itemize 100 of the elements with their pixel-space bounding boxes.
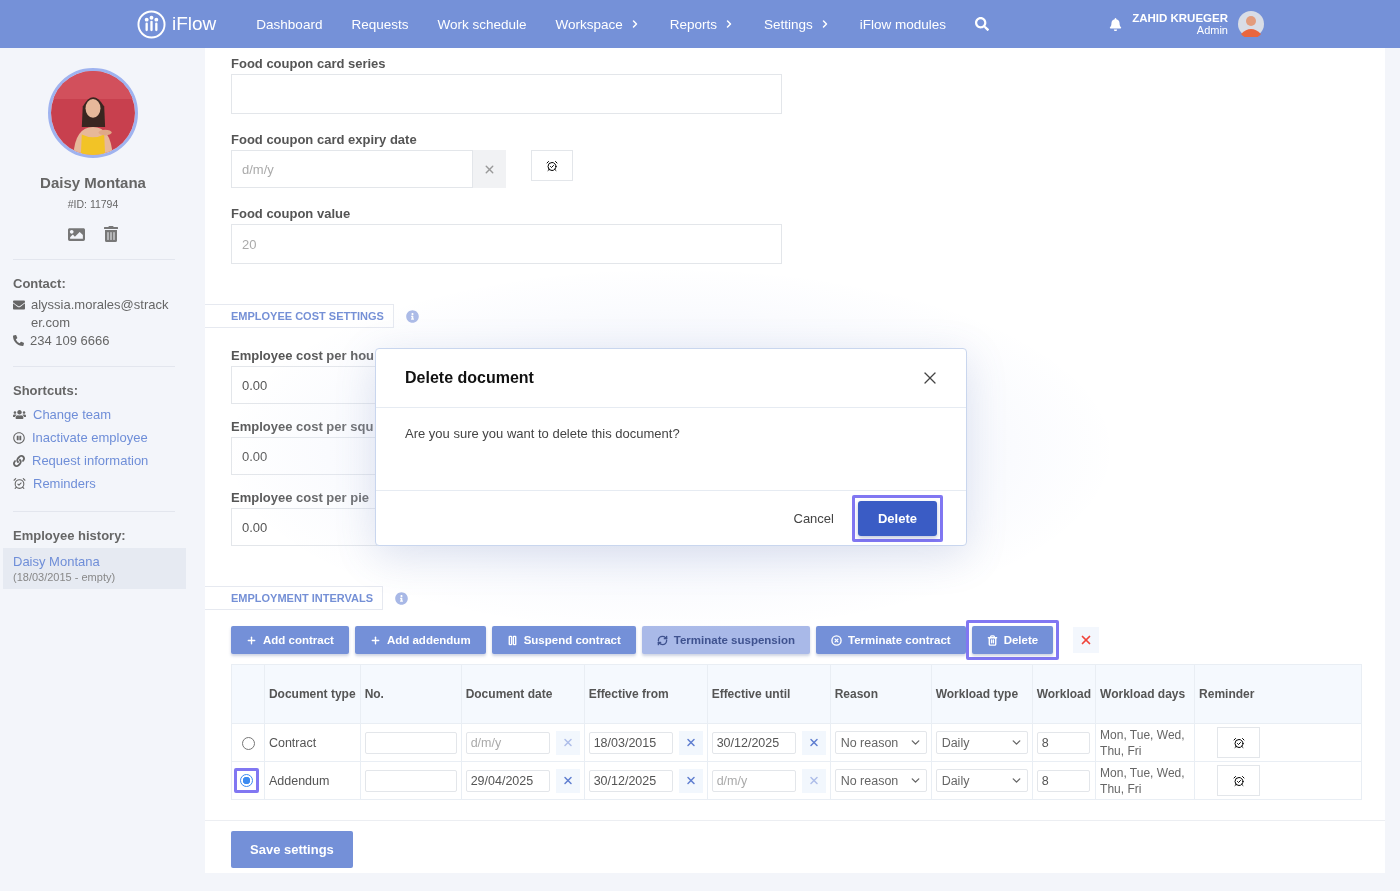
clear-button[interactable] [801, 730, 826, 755]
table-cell-text: Mon, Tue, Wed, Thu, Fri [1100, 764, 1186, 797]
input-field[interactable] [364, 769, 457, 792]
x-icon [807, 736, 820, 749]
confirm-button[interactable]: Delete [857, 500, 937, 536]
date-field[interactable]: 18/03/2015 [588, 731, 673, 754]
input-field[interactable] [364, 731, 457, 754]
nav-link[interactable]: Requests [351, 16, 409, 32]
alarm-clock-icon [1232, 774, 1245, 787]
trash-icon[interactable] [102, 226, 119, 242]
input-field[interactable]: 20 [231, 224, 782, 264]
email-text: alyssia.morales@stracker.com [31, 296, 170, 332]
link-icon [13, 454, 25, 467]
field-label: Food coupon card series [231, 56, 386, 71]
shortcut-link[interactable]: Reminders [33, 472, 96, 495]
table-cell: Contract [268, 735, 317, 750]
column-header: Workload type [931, 664, 1033, 724]
user-role: Admin [1196, 24, 1228, 36]
employee-name: Daisy Montana [39, 174, 147, 191]
x-icon [561, 736, 574, 749]
user-avatar[interactable] [1238, 11, 1264, 37]
workload-type-select[interactable]: Daily [935, 731, 1028, 754]
field-label: Food coupon card expiry date [231, 132, 417, 147]
column-header: Document type [264, 664, 361, 724]
alarm-clock-icon [13, 477, 26, 490]
row-radio[interactable] [242, 736, 255, 750]
date-field[interactable]: 29/04/2025 [465, 769, 550, 792]
reason-select[interactable]: No reason [834, 769, 927, 792]
history-item[interactable]: Daisy Montana (18/03/2015 - empty) [3, 548, 186, 589]
clear-button[interactable] [678, 768, 703, 793]
nav-link[interactable]: Settings [764, 16, 831, 32]
date-field[interactable]: 30/12/2025 [588, 769, 673, 792]
pause-icon [506, 634, 518, 646]
input-field[interactable]: 8 [1036, 769, 1090, 792]
column-header: Reminder [1194, 664, 1362, 724]
table-cell-text: Mon, Tue, Wed, Thu, Fri [1100, 726, 1186, 759]
circle-x-icon [831, 634, 842, 646]
toolbar-button[interactable]: Delete [971, 626, 1054, 654]
toolbar-button[interactable]: Add contract [231, 626, 349, 654]
alarm-clock-icon [1232, 736, 1245, 749]
clear-button[interactable] [801, 768, 826, 793]
date-field[interactable]: d/m/y [231, 150, 473, 188]
contact-title: Contact: [13, 276, 67, 291]
column-header: Document date [461, 664, 585, 724]
shortcut-link[interactable]: Request information [32, 449, 149, 472]
history-title: Employee history: [13, 528, 127, 543]
column-header: Reason [830, 664, 932, 724]
field-label: Employee cost per hou [231, 348, 375, 363]
nav-link[interactable]: Reports [669, 16, 736, 32]
column-header: Effective from [584, 664, 708, 724]
nav-link[interactable]: Workspace [555, 16, 641, 32]
plus-icon [246, 634, 257, 646]
nav-link[interactable]: Dashboard [256, 16, 323, 32]
cancel-button[interactable]: Cancel [793, 510, 834, 526]
column-header: Workload [1032, 664, 1096, 724]
users-icon [13, 408, 26, 421]
shortcuts-title: Shortcuts: [13, 383, 79, 398]
dialog-title: Delete document [405, 369, 534, 387]
column-header: Effective until [707, 664, 831, 724]
clear-button[interactable] [678, 730, 703, 755]
x-icon [807, 774, 820, 787]
phone-icon [13, 335, 24, 346]
bell-icon[interactable] [1109, 17, 1123, 31]
toolbar-button[interactable]: Add addendum [354, 626, 486, 654]
search-icon[interactable] [975, 17, 990, 31]
reminder-button[interactable] [1217, 727, 1261, 758]
logo-icon [137, 9, 166, 39]
reminder-button[interactable] [531, 150, 573, 181]
clear-button[interactable] [555, 768, 580, 793]
column-header: No. [360, 664, 462, 724]
workload-type-select[interactable]: Daily [935, 769, 1028, 792]
shortcut-link[interactable]: Change team [33, 403, 112, 426]
toolbar-button[interactable]: Suspend contract [491, 626, 636, 654]
input-field[interactable] [231, 74, 782, 114]
reminder-button[interactable] [1217, 765, 1261, 796]
field-label: Employee cost per squ [231, 419, 374, 434]
date-field[interactable]: d/m/y [465, 731, 550, 754]
employee-id: #ID: 11794 [66, 198, 120, 210]
save-button[interactable]: Save settings [231, 831, 353, 868]
clear-button[interactable] [555, 730, 580, 755]
date-field[interactable]: 30/12/2025 [711, 731, 796, 754]
user-name: ZAHID KRUEGER [1132, 12, 1228, 24]
image-icon[interactable] [67, 226, 85, 243]
field-label: Employee cost per pie [231, 490, 369, 505]
input-field[interactable]: 8 [1036, 731, 1090, 754]
x-icon [684, 774, 697, 787]
reason-select[interactable]: No reason [834, 731, 927, 754]
nav-link[interactable]: Work schedule [437, 16, 527, 32]
row-radio[interactable] [240, 774, 253, 787]
nav-link[interactable]: iFlow modules [859, 16, 947, 32]
shortcut-link[interactable]: Inactivate employee [32, 426, 148, 449]
dialog-message: Are you sure you want to delete this document? [404, 425, 681, 443]
pause-icon [13, 431, 25, 444]
toolbar-button[interactable]: Terminate contract [816, 626, 966, 654]
info-icon[interactable] [395, 591, 408, 605]
info-icon[interactable] [405, 309, 419, 323]
column-header: Workload days [1095, 664, 1195, 724]
date-field[interactable]: d/m/y [711, 769, 796, 792]
table-cell: Addendum [268, 773, 330, 788]
alarm-clock-icon [546, 159, 558, 172]
